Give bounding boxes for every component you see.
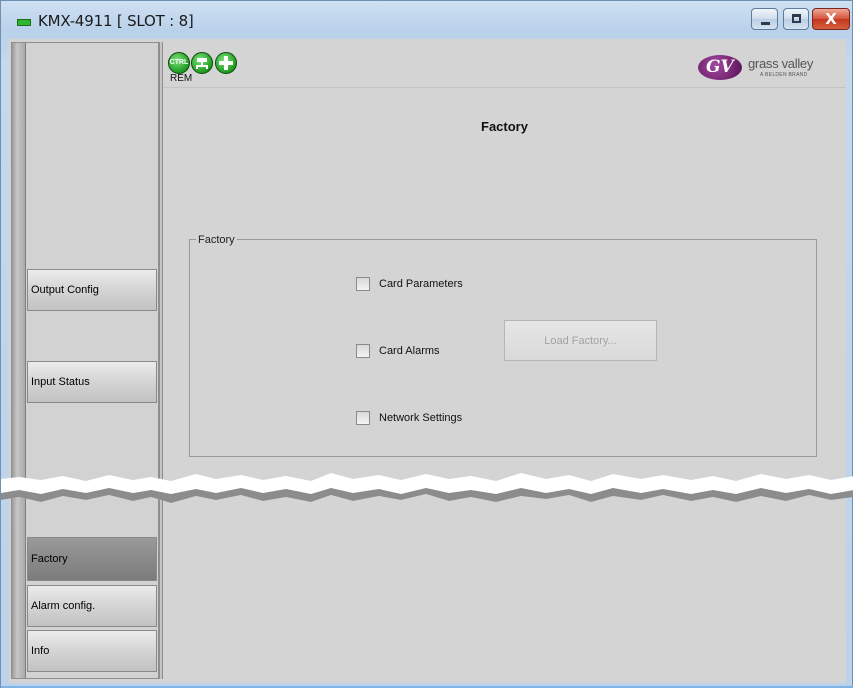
nav-label: Input Status [31, 376, 90, 388]
card-status-led-icon [17, 19, 31, 26]
checkbox-label: Network Settings [379, 412, 463, 424]
title-bar[interactable]: KMX-4911 [ SLOT : 8] X [1, 1, 852, 39]
ctrl-status-icon[interactable]: CTRL [168, 52, 190, 74]
close-button[interactable]: X [812, 8, 850, 30]
card-alarms-checkbox[interactable] [356, 344, 370, 358]
card-parameters-checkbox[interactable] [356, 277, 370, 291]
load-factory-button[interactable]: Load Factory... [504, 320, 657, 361]
nav-scroll-strip[interactable] [12, 43, 26, 678]
window-title: KMX-4911 [ SLOT : 8] [38, 12, 194, 30]
card-alarms-row[interactable]: Card Alarms [356, 344, 440, 358]
client-area: Output Config Input Status Factory Alarm… [9, 39, 846, 683]
remote-label: REM [170, 73, 193, 84]
network-settings-checkbox[interactable] [356, 411, 370, 425]
group-label: Factory [196, 234, 237, 246]
health-status-icon[interactable] [215, 52, 237, 74]
left-navigation: Output Config Input Status Factory Alarm… [11, 42, 159, 679]
gv-logo-mark: GV [698, 55, 742, 80]
close-icon: X [825, 10, 837, 28]
network-status-icon[interactable] [191, 52, 213, 74]
checkbox-label: Card Parameters [379, 278, 463, 290]
network-settings-row[interactable]: Network Settings [356, 411, 462, 425]
plus-icon [219, 56, 233, 70]
nav-label: Alarm config. [31, 600, 96, 612]
minimize-icon [761, 22, 770, 25]
nav-label: Info [31, 645, 50, 657]
logo-name: grass valley [748, 56, 814, 71]
nav-output-config[interactable]: Output Config [27, 269, 157, 311]
main-panel: CTRL REM GV grass valley A BELDEN BRAND … [163, 42, 846, 679]
nav-label: Output Config [31, 284, 99, 296]
grass-valley-logo: GV grass valley A BELDEN BRAND [698, 54, 832, 80]
checkbox-label: Card Alarms [379, 345, 440, 357]
maximize-button[interactable] [783, 8, 809, 30]
page-title: Factory [481, 119, 528, 134]
logo-mark-text: GV [706, 57, 734, 77]
nav-info[interactable]: Info [27, 630, 157, 672]
network-icon [196, 58, 208, 69]
minimize-button[interactable] [751, 8, 778, 30]
nav-factory[interactable]: Factory [27, 537, 157, 581]
factory-group-box [189, 239, 817, 457]
nav-alarm-config[interactable]: Alarm config. [27, 585, 157, 627]
app-window: KMX-4911 [ SLOT : 8] X Output Config Inp… [0, 0, 853, 688]
logo-tagline: A BELDEN BRAND [760, 72, 808, 78]
card-parameters-row[interactable]: Card Parameters [356, 277, 463, 291]
nav-input-status[interactable]: Input Status [27, 361, 157, 403]
card-header: CTRL REM GV grass valley A BELDEN BRAND [163, 42, 846, 88]
nav-label: Factory [31, 553, 68, 565]
maximize-icon [792, 14, 801, 23]
